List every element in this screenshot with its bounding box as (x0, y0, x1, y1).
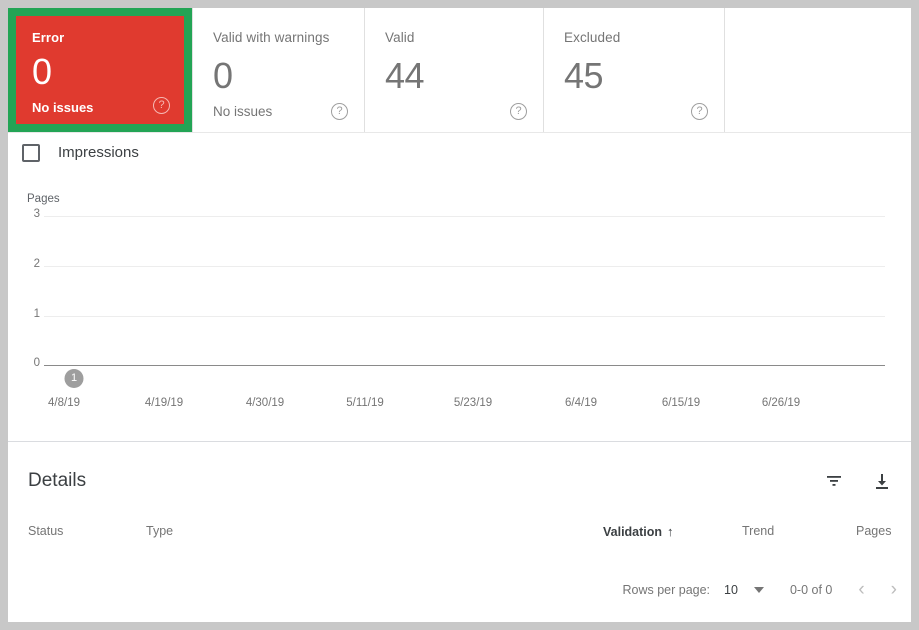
chart-x-tick: 4/19/19 (144, 397, 184, 409)
help-circle-icon[interactable]: ? (331, 103, 348, 120)
chevron-left-icon[interactable]: ‹ (858, 580, 864, 599)
chart-x-tick: 4/30/19 (245, 397, 285, 409)
summary-cards: Error 0 No issues ? Valid with warnings … (8, 8, 911, 132)
summary-cards-filler (725, 8, 911, 132)
chart-y-tick: 2 (33, 258, 40, 270)
details-header: Details (8, 442, 911, 514)
chart-panel: Impressions Pages 3 2 1 0 1 4/8/19 4/19/… (8, 132, 911, 435)
chart-gridline (44, 316, 885, 317)
rows-per-page-select[interactable]: 10 (724, 583, 764, 597)
left-gutter (0, 8, 8, 623)
chart-x-tick: 6/15/19 (661, 397, 701, 409)
details-header-actions (823, 470, 893, 492)
summary-card-error-inner: Error 0 No issues ? (16, 16, 184, 124)
chart-x-tick: 6/4/19 (565, 397, 597, 409)
summary-card-count: 0 (32, 51, 52, 92)
filter-icon[interactable] (823, 470, 845, 492)
details-panel: Details Status Type Validation ↑ Trend P… (8, 441, 911, 622)
help-circle-icon[interactable]: ? (691, 103, 708, 120)
chart-annotation-marker[interactable]: 1 (64, 369, 84, 388)
summary-card-subtitle: No issues (213, 104, 273, 119)
summary-card-count: 45 (564, 55, 604, 96)
column-header-validation[interactable]: Validation ↑ (603, 524, 674, 539)
chart-x-tick: 5/23/19 (453, 397, 493, 409)
help-circle-icon[interactable]: ? (153, 97, 170, 114)
rows-per-page-label: Rows per page: (622, 583, 711, 597)
chart-y-tick: 3 (33, 208, 40, 220)
chart-x-tick: 6/26/19 (761, 397, 801, 409)
details-title: Details (28, 470, 87, 491)
chart-x-tick: 5/11/19 (346, 397, 384, 409)
column-header-type[interactable]: Type (146, 524, 173, 538)
summary-card-title: Valid (385, 30, 415, 45)
summary-card-title: Valid with warnings (213, 30, 330, 45)
pagination-range: 0-0 of 0 (789, 583, 833, 597)
summary-card-excluded[interactable]: Excluded 45 ? (544, 8, 725, 132)
summary-card-title: Excluded (564, 30, 621, 45)
column-header-status[interactable]: Status (28, 524, 63, 538)
chart-y-tick: 0 (33, 357, 40, 369)
summary-card-title: Error (32, 30, 65, 45)
summary-card-valid[interactable]: Valid 44 ? (365, 8, 544, 132)
summary-card-subtitle: No issues (32, 100, 94, 115)
help-circle-icon[interactable]: ? (510, 103, 527, 120)
summary-card-error[interactable]: Error 0 No issues ? (8, 8, 193, 132)
arrow-up-icon: ↑ (667, 524, 674, 539)
chart-y-tick: 1 (33, 308, 40, 320)
summary-card-count: 44 (385, 55, 425, 96)
chart-gridline (44, 216, 885, 217)
column-header-validation-label: Validation (603, 524, 663, 539)
summary-card-valid-with-warnings[interactable]: Valid with warnings 0 No issues ? (193, 8, 365, 132)
column-header-trend[interactable]: Trend (742, 524, 774, 538)
details-table-header: Status Type Validation ↑ Trend Pages (8, 524, 911, 558)
download-icon[interactable] (871, 470, 893, 492)
pagination: Rows per page: 10 0-0 of 0 ‹ › (622, 580, 897, 599)
rows-per-page-value: 10 (724, 583, 738, 597)
chevron-right-icon[interactable]: › (891, 580, 897, 599)
chart-x-tick: 4/8/19 (48, 397, 80, 409)
chart-axis-baseline (44, 365, 885, 366)
chevron-down-icon (753, 587, 764, 593)
chart-gridline (44, 266, 885, 267)
summary-card-count: 0 (213, 55, 233, 96)
app-root: Error 0 No issues ? Valid with warnings … (0, 0, 919, 630)
chart-plot-area: 3 2 1 0 1 4/8/19 4/19/19 4/30/19 5/11/19… (8, 133, 911, 436)
column-header-pages[interactable]: Pages (856, 524, 891, 538)
